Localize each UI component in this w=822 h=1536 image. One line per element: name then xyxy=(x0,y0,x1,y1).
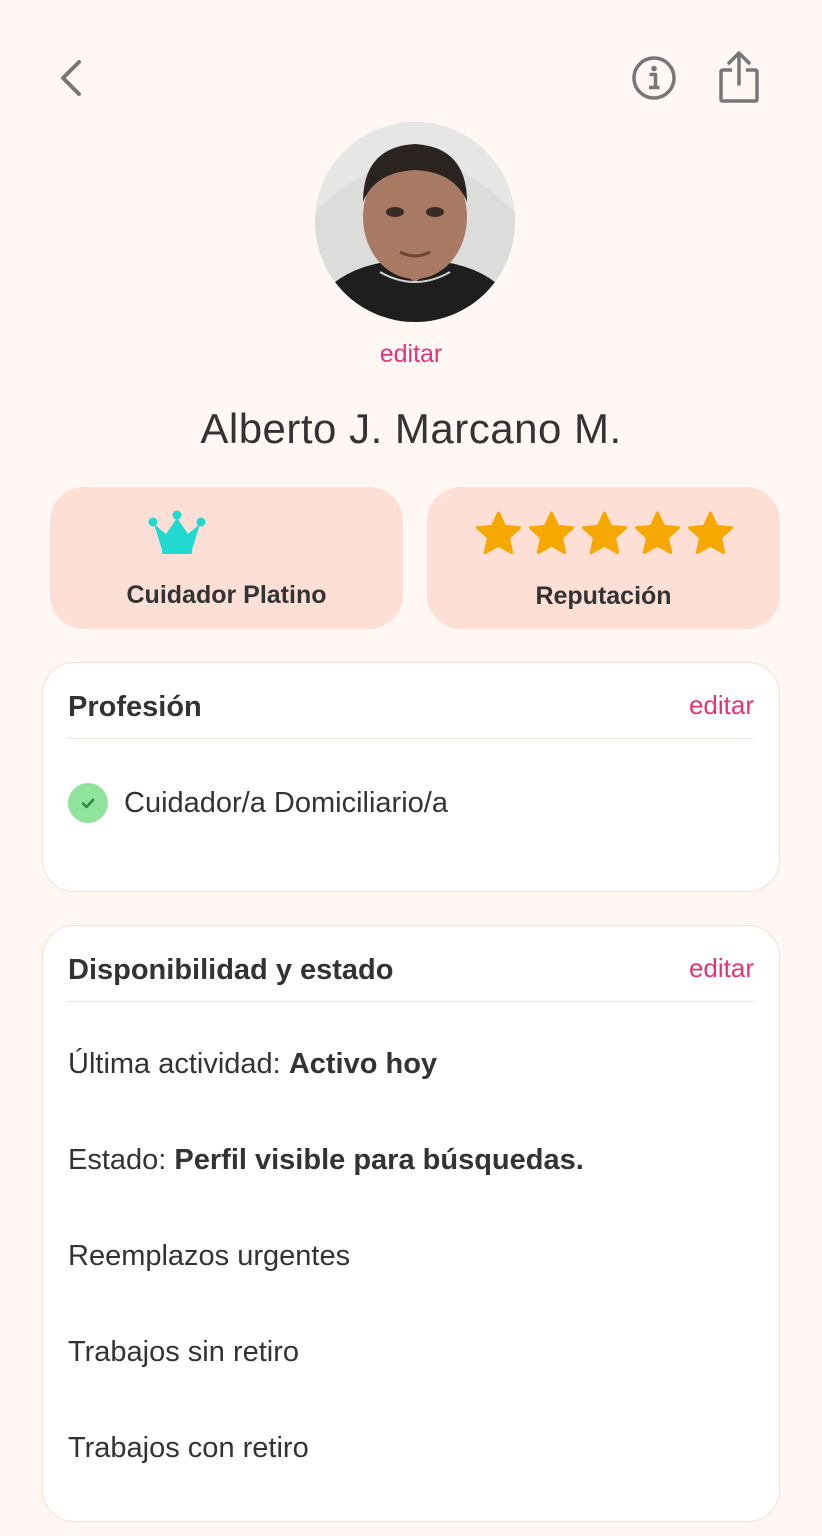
check-circle-icon xyxy=(68,783,108,823)
profile-photo xyxy=(315,122,515,322)
info-icon xyxy=(632,56,676,100)
profession-card: Profesión editar Cuidador/a Domiciliario… xyxy=(42,662,780,892)
star-icon xyxy=(634,511,681,555)
profession-edit-link[interactable]: editar xyxy=(689,690,754,721)
divider xyxy=(68,738,754,739)
profession-title: Profesión xyxy=(68,691,202,723)
reputation-badge-label: Reputación xyxy=(535,582,672,610)
star-icon xyxy=(581,511,628,555)
availability-title: Disponibilidad y estado xyxy=(68,954,394,986)
last-activity-row: Última actividad: Activo hoy xyxy=(68,1048,437,1081)
share-button[interactable] xyxy=(714,50,764,106)
divider xyxy=(68,1001,754,1002)
crown-icon xyxy=(148,510,206,554)
reputation-stars xyxy=(474,510,735,556)
profession-item-label: Cuidador/a Domiciliario/a xyxy=(124,786,448,819)
edit-photo-link[interactable]: editar xyxy=(0,340,822,369)
availability-edit-link[interactable]: editar xyxy=(689,953,754,984)
availability-option-urgent: Reemplazos urgentes xyxy=(68,1240,351,1272)
availability-option-no-retiro: Trabajos sin retiro xyxy=(68,1336,300,1368)
star-icon xyxy=(528,511,575,555)
last-activity-label: Última actividad: xyxy=(68,1048,281,1080)
status-row: Estado: Perfil visible para búsquedas. xyxy=(68,1144,584,1177)
chevron-left-icon xyxy=(61,60,81,96)
profession-item: Cuidador/a Domiciliario/a xyxy=(68,783,448,823)
availability-card: Disponibilidad y estado editar Última ac… xyxy=(42,925,780,1522)
last-activity-value: Activo hoy xyxy=(288,1048,438,1080)
info-button[interactable] xyxy=(630,54,678,102)
back-button[interactable] xyxy=(48,54,92,102)
star-icon xyxy=(687,511,734,555)
reputation-badge-card: Reputación xyxy=(427,487,780,629)
level-badge-label: Cuidador Platino xyxy=(126,581,327,609)
level-badge-card: Cuidador Platino xyxy=(50,487,403,629)
availability-option-retiro: Trabajos con retiro xyxy=(68,1432,309,1464)
profile-name: Alberto J. Marcano M. xyxy=(200,405,622,452)
star-icon xyxy=(475,511,522,555)
avatar xyxy=(315,122,515,322)
status-label: Estado: xyxy=(68,1144,167,1176)
top-bar xyxy=(0,0,822,120)
share-icon xyxy=(719,51,759,103)
status-value: Perfil visible para búsquedas. xyxy=(174,1144,584,1176)
